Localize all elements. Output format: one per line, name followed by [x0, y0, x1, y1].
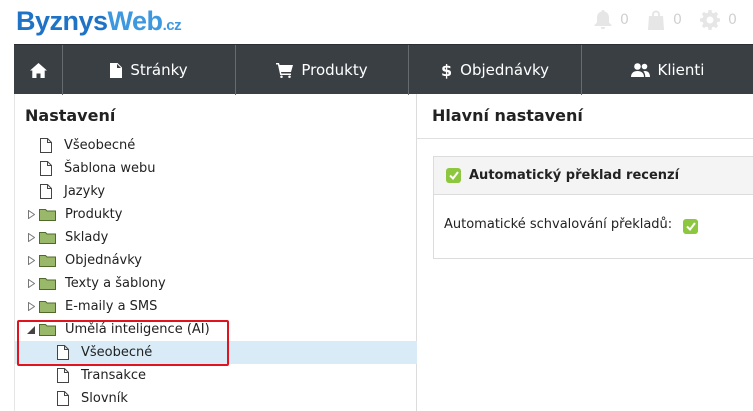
tree-item-orders[interactable]: Objednávky: [15, 249, 417, 272]
sidebar-title: Nastavení: [25, 106, 116, 125]
nav-clients[interactable]: Klienti: [582, 45, 753, 95]
file-icon: [37, 161, 55, 176]
top-bar: ByznysWeb.cz 0 0 0: [0, 0, 753, 44]
highlight-box: [17, 320, 229, 366]
cart-count: 0: [673, 12, 682, 28]
nav-pages-label: Stránky: [130, 61, 188, 79]
file-icon: [54, 391, 72, 406]
notifications-button[interactable]: 0: [594, 10, 647, 30]
expand-arrow-icon[interactable]: [26, 210, 36, 219]
divider: [417, 138, 753, 139]
nav-products-label: Produkty: [301, 61, 368, 79]
main-nav: Stránky Produkty $ Objednávky Klienti: [14, 44, 753, 95]
folder-icon: [38, 300, 56, 313]
file-icon: [37, 138, 55, 153]
bell-icon: [594, 10, 612, 30]
tree-item-label: Sklady: [65, 230, 109, 245]
shopping-bag-icon: [648, 10, 664, 30]
settings-count: 0: [728, 12, 737, 28]
dollar-icon: $: [441, 60, 453, 80]
tree-item-label: Všeobecné: [64, 138, 136, 153]
check-icon: [685, 222, 696, 231]
tree-item-label: Šablona webu: [64, 161, 156, 176]
cart-button[interactable]: 0: [647, 10, 700, 30]
tree-item-languages[interactable]: Jazyky: [15, 180, 417, 203]
folder-icon: [38, 231, 56, 244]
panel-header[interactable]: Automatický překlad recenzí: [434, 157, 753, 195]
folder-icon: [38, 254, 56, 267]
notifications-count: 0: [620, 12, 629, 28]
tree-item-label: Slovník: [81, 391, 128, 406]
home-icon: [29, 62, 47, 78]
settings-tree: Všeobecné Šablona webu Jazyky Produkty S…: [15, 134, 417, 410]
folder-icon: [38, 208, 56, 221]
page-title: Hlavní nastavení: [432, 106, 583, 125]
auto-approve-checkbox[interactable]: [683, 219, 698, 234]
expand-arrow-icon[interactable]: [26, 256, 36, 265]
tree-item-texts-templates[interactable]: Texty a šablony: [15, 272, 417, 295]
tree-item-template[interactable]: Šablona webu: [15, 157, 417, 180]
page-icon: [110, 62, 123, 78]
nav-home[interactable]: [14, 45, 63, 95]
cart-icon: [276, 62, 294, 78]
settings-button[interactable]: 0: [700, 10, 753, 30]
check-icon: [448, 171, 459, 180]
tree-item-warehouses[interactable]: Sklady: [15, 226, 417, 249]
folder-icon: [38, 277, 56, 290]
expand-arrow-icon[interactable]: [26, 302, 36, 311]
ai-translation-panel: Automatický překlad recenzí Automatické …: [433, 156, 753, 259]
logo[interactable]: ByznysWeb.cz: [16, 6, 182, 37]
file-icon: [37, 184, 55, 199]
auto-approve-label: Automatické schvalování překladů:: [444, 217, 673, 232]
nav-orders[interactable]: $ Objednávky: [409, 45, 582, 95]
panel-checkbox[interactable]: [446, 168, 461, 183]
nav-products[interactable]: Produkty: [236, 45, 409, 95]
tree-item-label: Texty a šablony: [65, 276, 166, 291]
tree-item-label: E-maily a SMS: [65, 299, 158, 314]
tree-item-general[interactable]: Všeobecné: [15, 134, 417, 157]
tree-item-ai-dictionary[interactable]: Slovník: [15, 387, 417, 410]
nav-pages[interactable]: Stránky: [63, 45, 236, 95]
users-icon: [630, 63, 650, 77]
nav-clients-label: Klienti: [657, 61, 705, 79]
tree-item-ai-transactions[interactable]: Transakce: [15, 364, 417, 387]
tree-item-label: Jazyky: [64, 184, 106, 199]
expand-arrow-icon[interactable]: [26, 279, 36, 288]
file-icon: [54, 368, 72, 383]
auto-approve-row: Automatické schvalování překladů:: [444, 217, 698, 234]
nav-orders-label: Objednávky: [460, 61, 549, 79]
tree-item-label: Objednávky: [65, 253, 143, 268]
expand-arrow-icon[interactable]: [26, 233, 36, 242]
tree-item-label: Transakce: [81, 368, 146, 383]
tree-item-emails-sms[interactable]: E-maily a SMS: [15, 295, 417, 318]
gear-icon: [700, 10, 720, 30]
tree-item-label: Produkty: [65, 207, 123, 222]
panel-heading: Automatický překlad recenzí: [469, 168, 680, 183]
tree-item-products[interactable]: Produkty: [15, 203, 417, 226]
